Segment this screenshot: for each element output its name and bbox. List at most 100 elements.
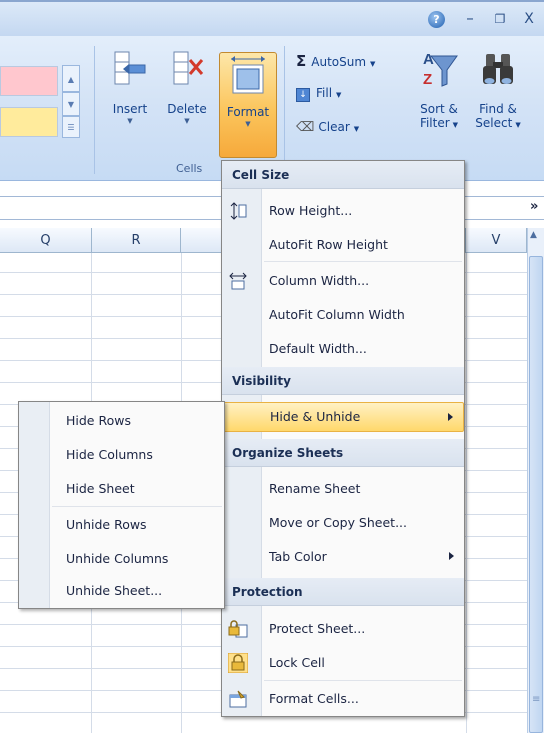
menu-item-column-width[interactable]: Column Width...	[222, 264, 464, 298]
column-header-v[interactable]: V	[466, 228, 527, 253]
submenu-item-label: Unhide Columns	[66, 551, 169, 566]
style-swatch-yellow[interactable]	[0, 107, 58, 137]
submenu-item-hide-columns[interactable]: Hide Columns	[19, 438, 224, 472]
menu-item-label: Protect Sheet...	[269, 621, 366, 636]
menu-item-hide-unhide[interactable]: Hide & Unhide	[222, 402, 464, 432]
group-separator	[94, 46, 95, 174]
submenu-item-label: Hide Sheet	[66, 481, 135, 496]
menu-item-autofit-column-width[interactable]: AutoFit Column Width	[222, 298, 464, 332]
menu-item-label: AutoFit Row Height	[269, 237, 388, 252]
hide-unhide-submenu: Hide Rows Hide Columns Hide Sheet Unhide…	[18, 401, 225, 609]
menu-item-label: Lock Cell	[269, 655, 325, 670]
section-organize-sheets: Organize Sheets	[222, 439, 464, 467]
format-cells-icon	[231, 56, 265, 94]
clear-label: Clear	[318, 120, 350, 134]
autosum-button[interactable]: Σ AutoSum ▼	[296, 52, 408, 74]
autosum-label: AutoSum	[311, 55, 367, 69]
column-width-icon	[229, 272, 247, 290]
menu-item-label: Move or Copy Sheet...	[269, 515, 407, 530]
close-button[interactable]: X	[520, 6, 538, 32]
menu-separator	[264, 261, 462, 262]
menu-item-label: AutoFit Column Width	[269, 307, 405, 322]
menu-item-default-width[interactable]: Default Width...	[222, 332, 464, 366]
gallery-up-icon[interactable]: ▲	[62, 65, 80, 92]
gallery-down-icon[interactable]: ▼	[62, 92, 80, 116]
menu-item-label: Hide & Unhide	[270, 409, 361, 424]
svg-text:Z: Z	[423, 71, 432, 88]
column-header-r[interactable]: R	[92, 228, 181, 253]
format-button[interactable]: Format ▼	[219, 52, 277, 158]
menu-item-label: Default Width...	[269, 341, 367, 356]
scrollbar-thumb[interactable]	[529, 256, 543, 733]
lock-icon	[228, 653, 248, 673]
expand-formula-bar-icon[interactable]: »	[530, 199, 538, 214]
cells-group-label: Cells	[176, 162, 203, 175]
submenu-arrow-icon	[449, 552, 454, 560]
menu-item-label: Rename Sheet	[269, 481, 361, 496]
column-header-q[interactable]: Q	[0, 228, 92, 253]
menu-item-lock-cell[interactable]: Lock Cell	[222, 646, 464, 680]
eraser-icon: ⌫	[296, 120, 315, 135]
format-menu: Cell Size Row Height... AutoFit Row Heig…	[221, 160, 465, 717]
insert-cells-icon	[114, 51, 146, 85]
clear-button[interactable]: ⌫ Clear ▼	[296, 120, 376, 142]
format-label: Format	[226, 105, 270, 119]
section-protection: Protection	[222, 578, 464, 606]
title-bar: ? – ❐ X	[0, 0, 544, 36]
submenu-item-hide-sheet[interactable]: Hide Sheet	[19, 472, 224, 506]
sort-filter-label-1: Sort &	[420, 102, 458, 116]
svg-text:A: A	[423, 51, 434, 68]
submenu-item-hide-rows[interactable]: Hide Rows	[19, 404, 224, 438]
chevron-down-icon: ▼	[245, 120, 251, 128]
group-separator	[284, 46, 285, 174]
find-select-button[interactable]: Find & Select ▼	[472, 48, 524, 158]
submenu-item-label: Unhide Sheet...	[66, 583, 163, 598]
menu-item-protect-sheet[interactable]: Protect Sheet...	[222, 612, 464, 646]
section-visibility: Visibility	[222, 367, 464, 395]
delete-button[interactable]: Delete ▼	[162, 46, 212, 154]
section-cell-size: Cell Size	[222, 161, 464, 189]
chevron-down-icon: ▼	[452, 121, 459, 129]
protect-sheet-icon	[228, 620, 248, 638]
menu-separator	[264, 680, 462, 681]
sort-filter-label-2: Filter ▼	[419, 116, 459, 130]
submenu-item-label: Unhide Rows	[66, 517, 147, 532]
submenu-item-unhide-sheet[interactable]: Unhide Sheet...	[19, 574, 224, 608]
menu-item-label: Row Height...	[269, 203, 353, 218]
thumb-grip-icon: ≡	[532, 694, 541, 705]
minimize-button[interactable]: –	[462, 6, 478, 32]
submenu-item-unhide-rows[interactable]: Unhide Rows	[19, 508, 224, 542]
submenu-separator	[52, 506, 222, 507]
style-swatch-red[interactable]	[0, 66, 58, 96]
menu-item-label: Format Cells...	[269, 691, 359, 706]
restore-button[interactable]: ❐	[492, 6, 508, 32]
chevron-down-icon: ▼	[370, 60, 376, 68]
row-height-icon	[230, 202, 247, 220]
submenu-item-label: Hide Rows	[66, 413, 131, 428]
insert-button[interactable]: Insert ▼	[106, 46, 154, 154]
menu-item-format-cells[interactable]: Format Cells...	[222, 682, 464, 716]
sort-filter-button[interactable]: A Z Sort & Filter ▼	[412, 48, 466, 158]
menu-item-rename-sheet[interactable]: Rename Sheet	[222, 472, 464, 506]
chevron-down-icon: ▼	[336, 91, 342, 99]
fill-label: Fill	[316, 86, 333, 100]
sigma-icon: Σ	[296, 52, 307, 70]
find-select-label-2: Select ▼	[475, 116, 521, 130]
menu-item-autofit-row-height[interactable]: AutoFit Row Height	[222, 228, 464, 262]
grid-column-line	[466, 253, 467, 733]
help-icon[interactable]: ?	[428, 11, 445, 28]
menu-item-row-height[interactable]: Row Height...	[222, 194, 464, 228]
submenu-item-unhide-columns[interactable]: Unhide Columns	[19, 542, 224, 576]
fill-down-icon: ↓	[296, 88, 310, 102]
chevron-down-icon: ▼	[184, 117, 190, 125]
submenu-arrow-icon	[448, 413, 453, 421]
fill-button[interactable]: ↓ Fill ▼	[296, 86, 366, 108]
delete-label: Delete	[167, 102, 207, 116]
gallery-more-icon[interactable]: ☰	[62, 116, 80, 138]
menu-item-tab-color[interactable]: Tab Color	[222, 540, 464, 574]
chevron-down-icon: ▼	[353, 125, 360, 133]
scroll-up-icon[interactable]: ▲	[530, 230, 537, 240]
menu-item-move-copy-sheet[interactable]: Move or Copy Sheet...	[222, 506, 464, 540]
delete-cells-icon	[173, 51, 204, 85]
menu-item-label: Tab Color	[269, 549, 327, 564]
